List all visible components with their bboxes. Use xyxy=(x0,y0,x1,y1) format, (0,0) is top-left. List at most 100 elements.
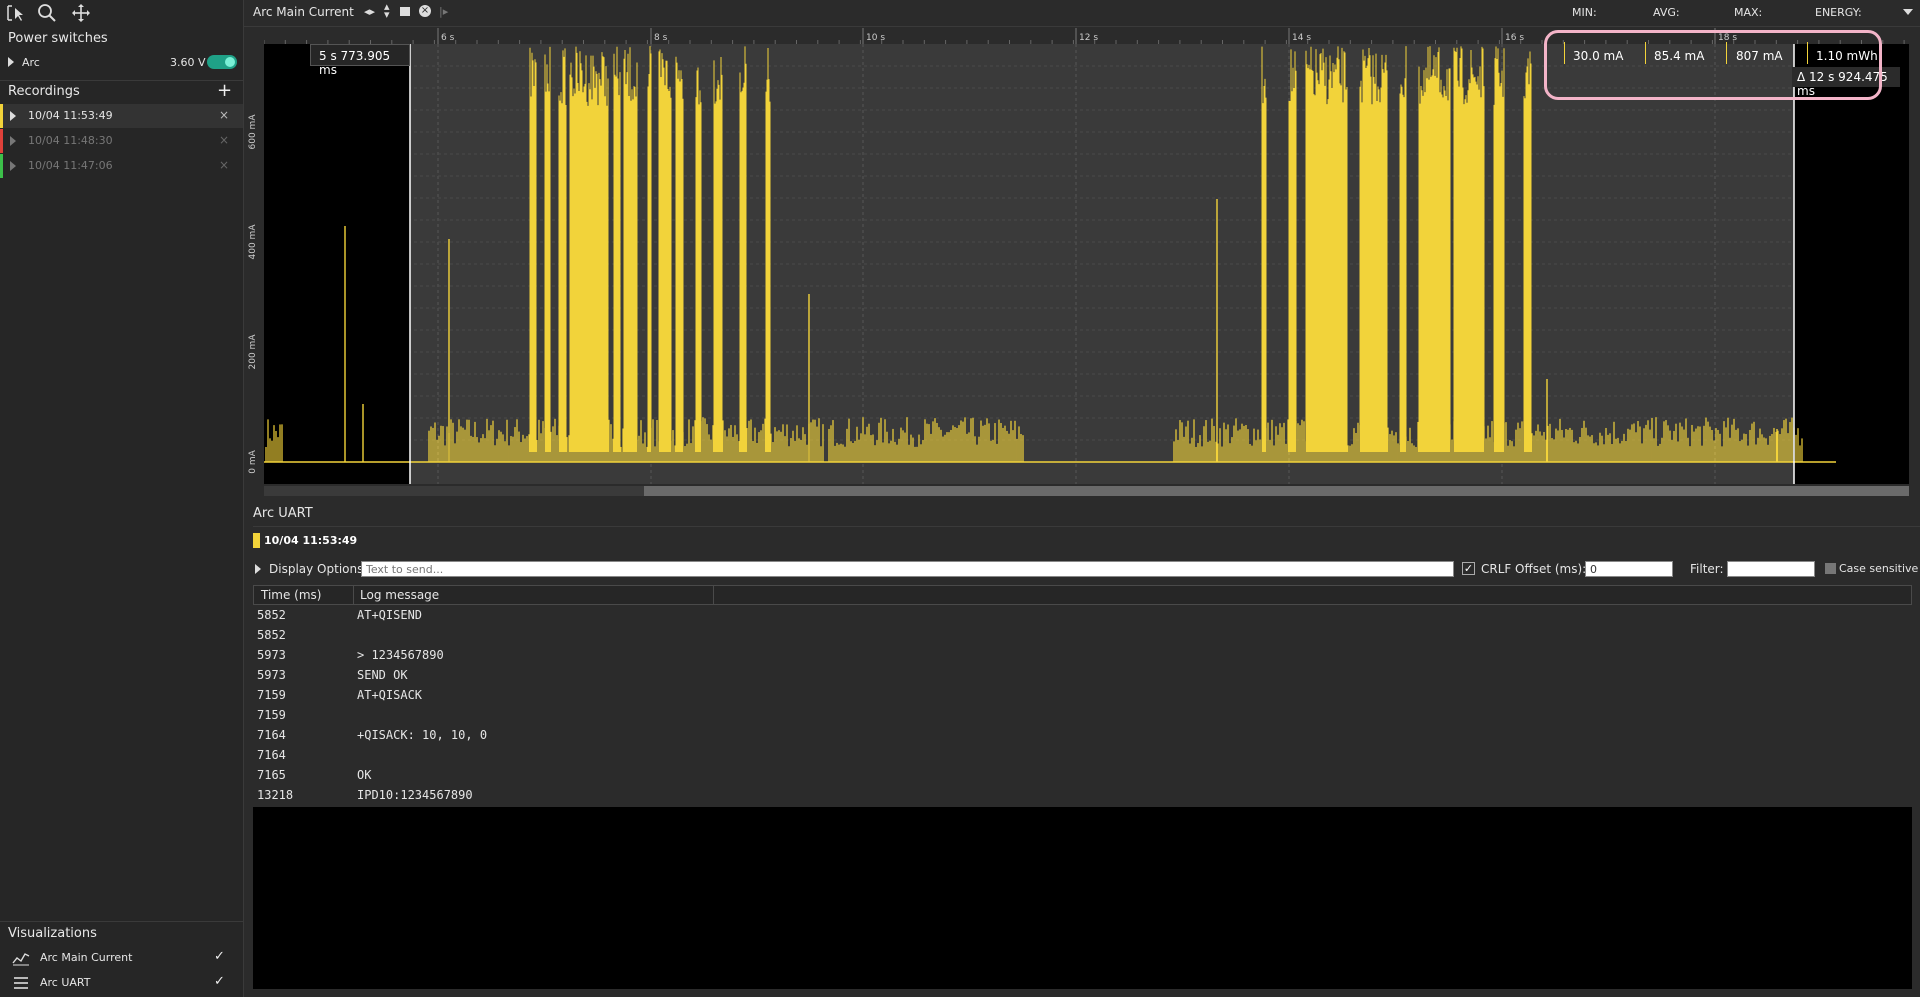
send-text-input[interactable] xyxy=(361,561,1454,577)
dropdown-chevron-icon[interactable] xyxy=(1903,9,1913,15)
zoom-icon[interactable] xyxy=(36,2,58,24)
log-table-header: Time (ms) Log message xyxy=(253,585,1912,605)
arc-power-toggle[interactable] xyxy=(207,55,237,69)
cursor-time-box: 5 s 773.905 ms xyxy=(310,44,410,77)
recording-item[interactable]: 10/04 11:47:06 × xyxy=(0,154,243,178)
y-tick-label: 200 mA xyxy=(248,334,258,370)
offset-label: Offset (ms): xyxy=(1515,562,1587,576)
expand-caret-icon[interactable] xyxy=(10,161,16,171)
plot-header: Arc Main Current ◂▸ ▴ ▾ × |▸ MIN: AVG: MA… xyxy=(244,0,1920,27)
log-message: IPD10:1234567890 xyxy=(357,788,473,802)
recording-color-bar xyxy=(0,129,3,153)
log-time: 5973 xyxy=(257,648,286,662)
expand-caret-icon[interactable] xyxy=(10,111,16,121)
recording-color-bar xyxy=(0,154,3,178)
horizontal-scrollbar[interactable] xyxy=(644,486,1909,496)
cursor-select-icon[interactable] xyxy=(4,2,26,24)
outside-selection-right xyxy=(1794,44,1909,484)
remove-recording-icon[interactable]: × xyxy=(219,108,229,122)
pan-icon[interactable] xyxy=(70,2,92,24)
visualization-checkbox[interactable]: ✓ xyxy=(214,949,225,964)
recording-item[interactable]: 10/04 11:53:49 × xyxy=(0,104,243,128)
time-tick-label: 14 s xyxy=(1292,33,1311,43)
recording-item[interactable]: 10/04 11:48:30 × xyxy=(0,129,243,153)
divider xyxy=(0,921,243,922)
plot-svg[interactable] xyxy=(264,44,1909,484)
visualizations-title: Visualizations xyxy=(8,926,97,941)
remove-recording-icon[interactable]: × xyxy=(219,158,229,172)
visualization-label: Arc Main Current xyxy=(40,951,133,964)
log-time: 7159 xyxy=(257,708,286,722)
column-divider[interactable] xyxy=(713,586,714,604)
recording-label: 10/04 11:47:06 xyxy=(28,159,113,172)
crlf-checkbox[interactable]: ✓ xyxy=(1462,562,1475,575)
column-divider[interactable] xyxy=(353,586,354,604)
divider xyxy=(0,80,243,81)
log-row[interactable]: 7165 OK xyxy=(253,765,1912,785)
y-axis-svg: 0 mA 200 mA 400 mA 600 mA xyxy=(248,114,258,474)
expand-caret-icon[interactable] xyxy=(10,136,16,146)
log-row[interactable]: 5852 xyxy=(253,625,1912,645)
time-tick-label: 16 s xyxy=(1505,33,1524,43)
log-time: 7159 xyxy=(257,688,286,702)
case-sensitive-checkbox[interactable] xyxy=(1825,563,1836,574)
vertical-resize-icon[interactable]: ▴ ▾ xyxy=(384,1,390,20)
offset-input[interactable] xyxy=(1585,561,1673,577)
line-chart-icon xyxy=(12,950,30,969)
y-tick-label: 600 mA xyxy=(248,114,258,150)
column-header-time[interactable]: Time (ms) xyxy=(261,588,322,602)
add-recording-button[interactable]: + xyxy=(217,80,232,101)
recording-label: 10/04 11:48:30 xyxy=(28,134,113,147)
visualization-item-arc-uart[interactable]: Arc UART ✓ xyxy=(0,971,243,995)
log-time: 7164 xyxy=(257,728,286,742)
log-row[interactable]: 7164 +QISACK: 10, 10, 0 xyxy=(253,725,1912,745)
time-tick-label: 10 s xyxy=(866,33,885,43)
expand-caret-icon[interactable] xyxy=(255,564,261,574)
visualization-checkbox[interactable]: ✓ xyxy=(214,974,225,989)
log-row[interactable]: 7164 xyxy=(253,745,1912,765)
max-label: MAX: xyxy=(1734,6,1763,19)
log-row[interactable]: 7159 AT+QISACK xyxy=(253,685,1912,705)
filter-input[interactable] xyxy=(1727,561,1815,577)
horizontal-resize-icon[interactable]: ◂▸ xyxy=(364,5,375,18)
log-time: 7165 xyxy=(257,768,286,782)
crlf-label: CRLF xyxy=(1481,562,1512,576)
plot-grid xyxy=(264,44,1909,484)
recording-label: 10/04 11:53:49 xyxy=(28,109,113,122)
log-time: 13218 xyxy=(257,788,294,802)
log-message: > 1234567890 xyxy=(357,648,444,662)
y-tick-label: 0 mA xyxy=(248,449,258,473)
list-icon xyxy=(13,976,29,993)
visualization-item-arc-main-current[interactable]: Arc Main Current ✓ xyxy=(0,946,243,970)
case-sensitive-label: Case sensitive xyxy=(1839,562,1919,575)
log-message: SEND OK xyxy=(357,668,408,682)
display-options-toggle[interactable]: Display Options xyxy=(269,562,363,576)
log-message: AT+QISEND xyxy=(357,608,423,622)
avg-label: AVG: xyxy=(1653,6,1680,19)
log-message: +QISACK: 10, 10, 0 xyxy=(357,728,488,742)
outside-selection-left xyxy=(264,44,410,484)
cursor-time-label: 5 s 773.905 ms xyxy=(319,49,391,77)
time-tick-label: 6 s xyxy=(441,33,455,43)
expand-caret-icon[interactable] xyxy=(8,57,14,67)
stop-icon[interactable] xyxy=(400,7,410,16)
uart-title: Arc UART xyxy=(253,506,313,521)
remove-recording-icon[interactable]: × xyxy=(219,133,229,147)
log-message: OK xyxy=(357,768,372,782)
log-row[interactable]: 5973 SEND OK xyxy=(253,665,1912,685)
divider xyxy=(253,526,1920,527)
stats-highlight xyxy=(1544,30,1882,100)
log-row[interactable]: 7159 xyxy=(253,705,1912,725)
close-circle-icon[interactable]: × xyxy=(419,5,431,17)
current-plot[interactable]: 5 s 773.905 ms xyxy=(264,44,1909,484)
log-rows: 5852 AT+QISEND 5852 5973 > 1234567890 5973 SEN… xyxy=(253,605,1912,807)
play-next-icon[interactable]: |▸ xyxy=(439,5,448,18)
log-time: 5852 xyxy=(257,628,286,642)
uart-recording-label: 10/04 11:53:49 xyxy=(264,534,358,547)
log-row[interactable]: 13218 IPD10:1234567890 xyxy=(253,785,1912,805)
log-row[interactable]: 5852 AT+QISEND xyxy=(253,605,1912,625)
log-time: 7164 xyxy=(257,748,286,762)
column-header-message[interactable]: Log message xyxy=(360,588,439,602)
log-row[interactable]: 5973 > 1234567890 xyxy=(253,645,1912,665)
toolbar xyxy=(0,0,243,26)
